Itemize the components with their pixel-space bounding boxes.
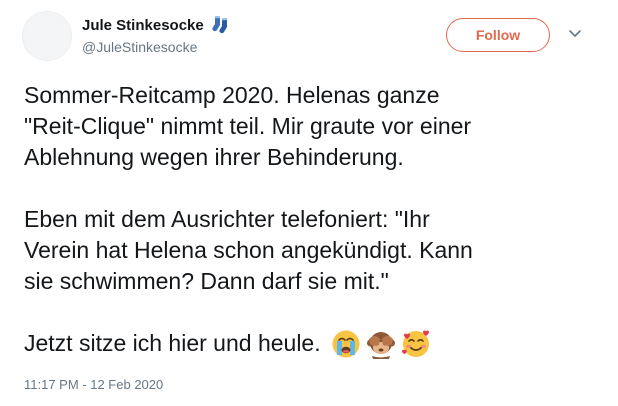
author-handle[interactable]: @JuleStinkesocke [82, 39, 231, 55]
tweet-line: Sommer-Reitcamp 2020. Helenas ganze [24, 82, 440, 108]
tweet-line: Jetzt sitze ich hier und heule. [24, 330, 321, 356]
display-name-text[interactable]: Jule Stinkesocke [82, 17, 204, 34]
see-no-evil-monkey-icon [366, 331, 395, 359]
tweet-paragraph-3: Jetzt sitze ich hier und heule. [24, 328, 604, 359]
tweet-line: sie schwimmen? Dann darf sie mit." [24, 268, 389, 294]
avatar[interactable] [22, 11, 72, 61]
smiling-face-with-hearts-icon [401, 330, 429, 357]
tweet-card: Jule Stinkesocke @JuleStinkesocke Follow… [0, 0, 618, 406]
tweet-line: Eben mit dem Ausrichter telefoniert: "Ih… [24, 206, 430, 232]
tweet-line: "Reit-Clique" nimmt teil. Mir graute vor… [24, 113, 472, 139]
tweet-line: Verein hat Helena schon angekündigt. Kan… [24, 237, 473, 263]
author-block: Jule Stinkesocke @JuleStinkesocke [82, 15, 231, 55]
tweet-paragraph-2: Eben mit dem Ausrichter telefoniert: "Ih… [24, 204, 604, 297]
chevron-down-icon[interactable] [568, 29, 582, 39]
crying-face-icon [332, 330, 360, 357]
tweet-line: Ablehnung wegen ihrer Behinderung. [24, 144, 404, 170]
follow-button[interactable]: Follow [446, 18, 550, 52]
author-display-name[interactable]: Jule Stinkesocke [82, 15, 231, 35]
socks-icon [212, 16, 227, 34]
tweet-text: Sommer-Reitcamp 2020. Helenas ganze "Rei… [24, 80, 604, 359]
tweet-paragraph-1: Sommer-Reitcamp 2020. Helenas ganze "Rei… [24, 80, 604, 173]
tweet-timestamp[interactable]: 11:17 PM - 12 Feb 2020 [24, 377, 163, 392]
